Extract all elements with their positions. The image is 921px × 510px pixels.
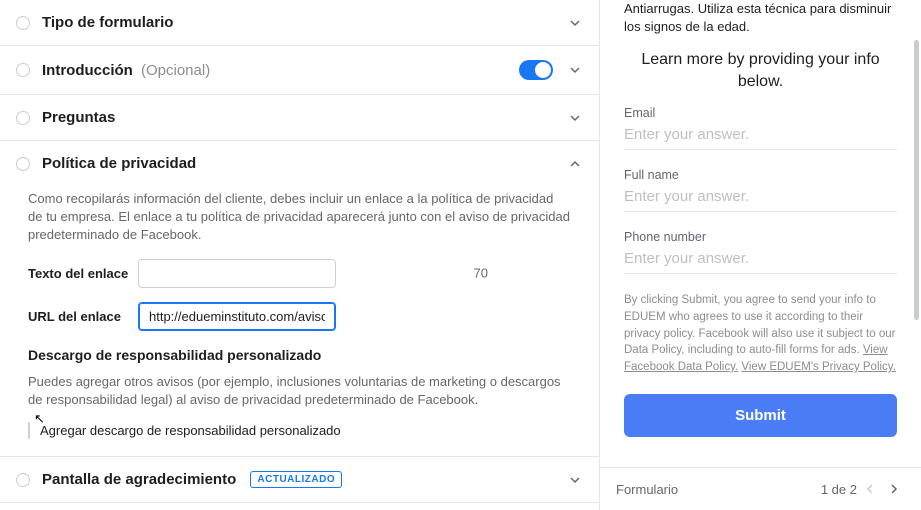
step-bullet-icon xyxy=(16,63,30,77)
section-title-preguntas: Preguntas xyxy=(42,109,567,126)
caret-left-icon xyxy=(866,484,874,494)
pager-label: 1 de 2 xyxy=(821,482,857,497)
add-disclaimer-row[interactable]: ↖ Agregar descargo de responsabilidad pe… xyxy=(28,423,571,438)
chevron-up-icon xyxy=(567,156,583,172)
field-fullname: Full name Enter your answer. xyxy=(624,168,897,212)
legal-text-body: By clicking Submit, you agree to send yo… xyxy=(624,294,895,356)
section-preguntas[interactable]: Preguntas xyxy=(0,95,599,141)
link-text-char-count: 70 xyxy=(474,266,488,281)
submit-button[interactable]: Submit xyxy=(624,394,897,437)
link-url-input-wrap xyxy=(138,302,498,331)
privacidad-help-text: Como recopilarás información del cliente… xyxy=(28,190,571,245)
link-text-row: Texto del enlace 70 xyxy=(28,259,571,288)
section-title-tipo: Tipo de formulario xyxy=(42,14,567,31)
link-text-input-wrap: 70 xyxy=(138,259,498,288)
preview-scrollbar[interactable] xyxy=(914,40,919,320)
field-fullname-label: Full name xyxy=(624,168,897,182)
section-title-gracias-text: Pantalla de agradecimiento xyxy=(42,471,236,488)
section-title-intro: Introducción (Opcional) xyxy=(42,62,519,79)
link-text-label: Texto del enlace xyxy=(28,266,138,281)
field-email-input[interactable]: Enter your answer. xyxy=(624,126,897,150)
step-bullet-icon xyxy=(16,157,30,171)
chevron-down-icon xyxy=(567,472,583,488)
preview-footer: Formulario 1 de 2 xyxy=(600,467,921,510)
left-config-panel: Tipo de formulario Introducción (Opciona… xyxy=(0,0,600,510)
chevron-down-icon xyxy=(567,15,583,31)
step-bullet-icon xyxy=(16,473,30,487)
step-bullet-icon xyxy=(16,16,30,30)
link-url-row: URL del enlace xyxy=(28,302,571,331)
field-phone-input[interactable]: Enter your answer. xyxy=(624,250,897,274)
disclaimer-heading: Descargo de responsabilidad personalizad… xyxy=(28,347,571,363)
section-introduccion[interactable]: Introducción (Opcional) xyxy=(0,46,599,95)
form-preview-panel: Antiarrugas. Utiliza esta técnica para d… xyxy=(600,0,921,510)
field-email: Email Enter your answer. xyxy=(624,106,897,150)
field-phone-label: Phone number xyxy=(624,230,897,244)
intro-toggle[interactable] xyxy=(519,60,553,80)
add-disclaimer-label: Agregar descargo de responsabilidad pers… xyxy=(40,423,341,438)
section-title-gracias: Pantalla de agradecimiento ACTUALIZADO xyxy=(42,471,567,489)
pager-next-button[interactable] xyxy=(883,478,905,500)
eduem-policy-link[interactable]: View EDUEM's Privacy Policy. xyxy=(741,361,896,373)
section-title-privacidad: Política de privacidad xyxy=(42,155,567,172)
field-email-label: Email xyxy=(624,106,897,120)
section-privacidad-header[interactable]: Política de privacidad xyxy=(0,141,599,186)
section-privacidad-body: Como recopilarás información del cliente… xyxy=(0,186,599,457)
footer-label: Formulario xyxy=(616,482,678,497)
step-bullet-icon xyxy=(16,111,30,125)
optional-label: (Opcional) xyxy=(141,62,210,79)
add-disclaimer-checkbox[interactable] xyxy=(28,422,30,439)
caret-right-icon xyxy=(890,484,898,494)
chevron-down-icon xyxy=(567,110,583,126)
cursor-icon: ↖ xyxy=(34,411,45,427)
section-tipo-formulario[interactable]: Tipo de formulario xyxy=(0,0,599,46)
disclaimer-help-text: Puedes agregar otros avisos (por ejemplo… xyxy=(28,373,571,409)
preview-heading: Learn more by providing your info below. xyxy=(632,49,889,92)
link-url-input[interactable] xyxy=(138,302,336,331)
link-url-label: URL del enlace xyxy=(28,309,138,324)
legal-disclosure: By clicking Submit, you agree to send yo… xyxy=(624,292,897,375)
link-text-input[interactable] xyxy=(138,259,336,288)
updated-badge: ACTUALIZADO xyxy=(250,471,342,488)
section-gracias[interactable]: Pantalla de agradecimiento ACTUALIZADO xyxy=(0,457,599,504)
preview-intro-text: Antiarrugas. Utiliza esta técnica para d… xyxy=(624,0,897,35)
field-fullname-input[interactable]: Enter your answer. xyxy=(624,188,897,212)
preview-body: Antiarrugas. Utiliza esta técnica para d… xyxy=(600,0,921,467)
chevron-down-icon xyxy=(567,62,583,78)
section-title-intro-text: Introducción xyxy=(42,62,133,79)
field-phone: Phone number Enter your answer. xyxy=(624,230,897,274)
pager-prev-button[interactable] xyxy=(859,478,881,500)
